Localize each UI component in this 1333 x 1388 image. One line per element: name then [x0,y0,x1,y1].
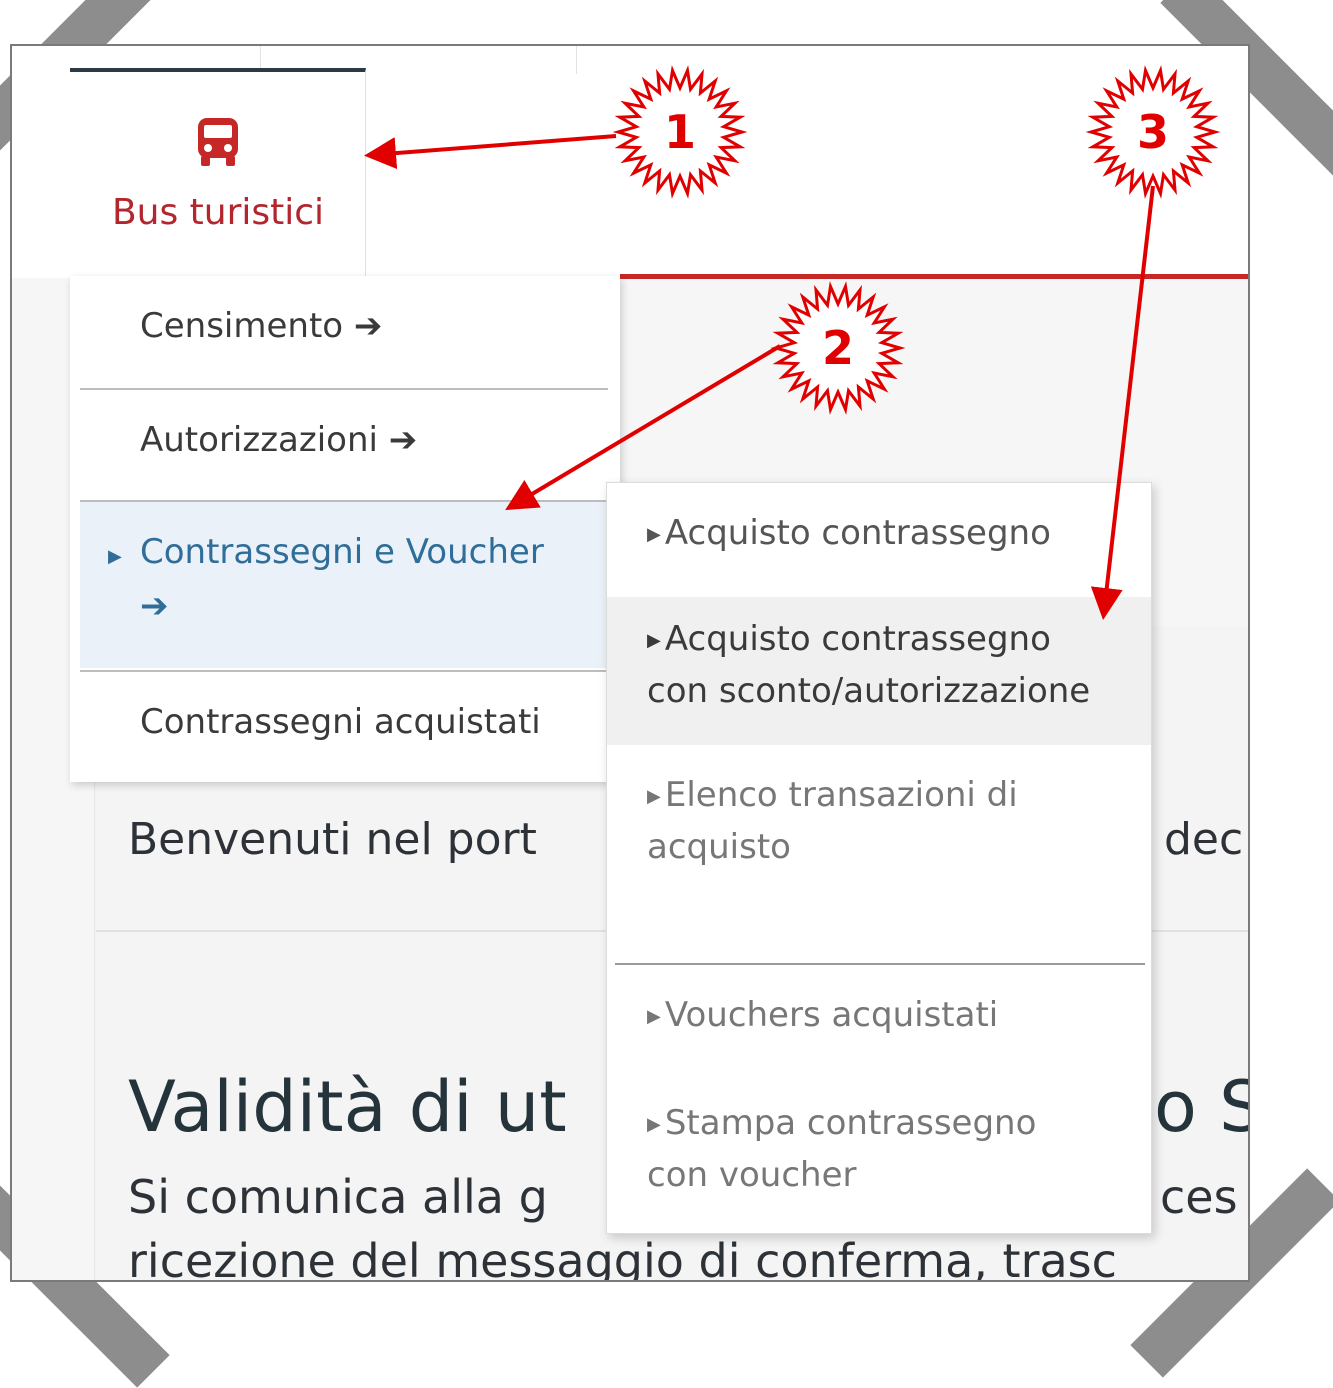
bus-icon [198,118,238,166]
caret-right-icon: ▶ [647,1114,661,1135]
arrow-right-icon: ➔ [388,420,418,460]
tab-bus-turistici[interactable]: Bus turistici [70,68,366,276]
header-divider [576,46,577,74]
notice-paragraph-line1: Si comunica alla g [128,1170,548,1224]
caret-right-icon: ▶ [647,1006,661,1027]
menu-item-contrassegni-e-voucher[interactable]: ▶ Contrassegni e Voucher ➔ [80,502,608,668]
caret-right-icon: ▶ [647,630,661,651]
submenu-item-label-line2: acquisto [647,827,791,867]
notice-paragraph-line1-tail: ces [1160,1170,1238,1224]
caret-right-icon: ▶ [647,524,661,545]
accent-bar [620,274,1248,279]
menu-item-label: Autorizzazioni [140,420,378,460]
submenu-contrassegni: ▶ Acquisto contrassegno ▶ Acquisto contras… [606,482,1152,1234]
arrow-right-icon: ➔ [140,586,169,626]
submenu-divider [615,963,1145,965]
submenu-item-label: Acquisto contrassegno [664,513,1051,553]
submenu-item-stampa-contrassegno[interactable]: ▶ Stampa contrassegno con voucher [607,1075,1151,1225]
submenu-item-vouchers-acquistati[interactable]: ▶ Vouchers acquistati [607,967,1151,1071]
notice-paragraph-line2: ricezione del messaggio di conferma, tra… [128,1234,1117,1282]
submenu-item-acquisto-contrassegno-sconto[interactable]: ▶ Acquisto contrassegno con sconto/autori… [607,597,1151,745]
notice-heading-tail: o S [1154,1066,1248,1148]
tab-label: Bus turistici [111,192,325,233]
submenu-item-acquisto-contrassegno[interactable]: ▶ Acquisto contrassegno [607,493,1151,593]
submenu-item-label: Vouchers acquistati [664,995,999,1035]
submenu-item-elenco-transazioni[interactable]: ▶ Elenco transazioni di acquisto [607,749,1151,959]
submenu-item-label: Stampa contrassegno [664,1103,1037,1143]
menu-item-contrassegni-acquistati[interactable]: Contrassegni acquistati [80,672,608,782]
menu-item-autorizzazioni[interactable]: Autorizzazioni ➔ [80,390,608,500]
welcome-text: Benvenuti nel port [128,814,537,865]
menu-item-label: Censimento [140,306,344,346]
submenu-item-label: Acquisto contrassegno [664,619,1051,659]
submenu-item-label: Elenco transazioni di [664,775,1018,815]
caret-right-icon: ▶ [108,546,122,567]
arrow-right-icon: ➔ [353,306,383,346]
welcome-text-tail: dec [1164,814,1244,865]
menu-item-label: Contrassegni acquistati [140,702,541,742]
dropdown-menu: Censimento ➔ Autorizzazioni ➔ ▶ Contrass… [70,276,620,782]
screenshot-frame: Benvenuti nel port dec Validità di ut o … [10,44,1250,1282]
caret-right-icon: ▶ [647,786,661,807]
notice-heading: Validità di ut [128,1066,567,1148]
menu-item-censimento[interactable]: Censimento ➔ [80,276,608,388]
submenu-item-label-line2: con voucher [647,1155,857,1195]
submenu-item-label-line2: con sconto/autorizzazione [647,671,1091,711]
menu-item-label: Contrassegni e Voucher [140,532,544,572]
